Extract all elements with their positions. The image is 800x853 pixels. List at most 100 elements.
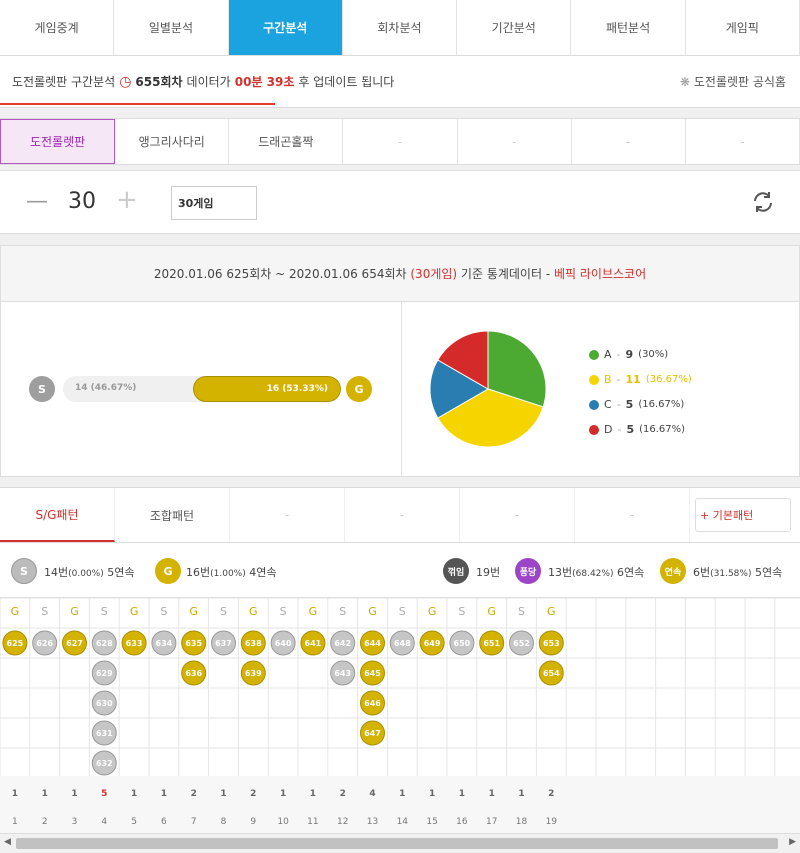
pattern-panel: S/G패턴 조합패턴 - - - - + 기본패턴 S 14번(0.00%) 5연속 G … xyxy=(0,487,800,853)
round-number: 625 xyxy=(7,639,24,648)
column-count: 5 xyxy=(101,789,107,799)
column-count: 1 xyxy=(399,789,405,799)
basic-pattern-button[interactable]: + 기본패턴 xyxy=(695,498,791,532)
s-circle: S xyxy=(29,376,55,402)
round-number: 653 xyxy=(543,639,560,648)
tab-5[interactable]: 기간분석 xyxy=(457,0,572,55)
column-header: S xyxy=(41,605,48,618)
legend-sep: - xyxy=(617,423,622,436)
tab-1[interactable]: 게임중계 xyxy=(0,0,115,55)
round-number: 627 xyxy=(66,639,83,648)
column-header: S xyxy=(280,605,287,618)
round-number: 628 xyxy=(96,639,113,648)
update-progress-bar xyxy=(0,103,275,105)
game-count-select[interactable]: 30게임 xyxy=(171,186,257,220)
column-count: 1 xyxy=(42,789,48,799)
tab-4[interactable]: 회차분석 xyxy=(343,0,458,55)
subtab-4[interactable]: - xyxy=(343,119,458,164)
pattern-tabs: S/G패턴 조합패턴 - - - - xyxy=(0,488,800,543)
refresh-icon[interactable] xyxy=(750,189,776,215)
round-number: 638 xyxy=(245,639,262,648)
info-time: 00분 39초 xyxy=(234,75,295,89)
round-number: 642 xyxy=(334,639,351,648)
subtab-3[interactable]: 드래곤홀짝 xyxy=(229,119,344,164)
horizontal-scrollbar[interactable]: ◀ ▶ xyxy=(0,833,800,853)
scroll-thumb[interactable] xyxy=(16,838,778,849)
column-index: 18 xyxy=(516,817,528,827)
round-number: 631 xyxy=(96,729,113,738)
pattern-tab-3[interactable]: - xyxy=(230,488,345,542)
pattern-tab-6[interactable]: - xyxy=(575,488,690,542)
subtab-5[interactable]: - xyxy=(458,119,572,164)
info-round: 655회차 xyxy=(135,75,183,89)
column-index: 7 xyxy=(191,817,197,827)
tab-3[interactable]: 구간분석 xyxy=(228,0,343,55)
summary-g-pct: (1.00%) xyxy=(210,569,246,579)
column-index: 4 xyxy=(101,817,107,827)
legend-pct: (16.67%) xyxy=(638,399,685,410)
summary-y-circle: 연속 xyxy=(660,558,686,584)
subtab-2[interactable]: 앵그리사다리 xyxy=(115,119,230,164)
column-index: 15 xyxy=(426,817,437,827)
s-text: 14 (46.67%) xyxy=(75,383,137,393)
round-number: 635 xyxy=(185,639,202,648)
stats-divider xyxy=(401,302,402,477)
round-number: 644 xyxy=(364,639,381,648)
column-count: 1 xyxy=(489,789,495,799)
column-index: 11 xyxy=(307,817,318,827)
summary-p-count: 13번 xyxy=(548,566,573,579)
column-index: 14 xyxy=(397,817,409,827)
subtab-7[interactable]: - xyxy=(686,119,800,164)
column-count: 1 xyxy=(12,789,18,799)
official-home-link[interactable]: ❋ 도전롤렛판 공식홈 xyxy=(680,73,786,90)
round-number: 636 xyxy=(185,669,202,678)
column-index: 6 xyxy=(161,817,167,827)
pattern-tab-5[interactable]: - xyxy=(460,488,575,542)
legend-sep: - xyxy=(616,348,621,361)
stats-panel: 2020.01.06 625회차 ~ 2020.01.06 654회차 (30게… xyxy=(0,245,800,477)
subtab-1[interactable]: 도전롤렛판 xyxy=(0,119,116,164)
column-index: 3 xyxy=(72,817,78,827)
round-number: 654 xyxy=(543,669,560,678)
update-info-bar: 도전롤렛판 구간분석 ◷ 655회차 데이터가 00분 39초 후 업데이트 됩… xyxy=(0,56,800,108)
scroll-right-icon[interactable]: ▶ xyxy=(789,837,796,847)
g-circle: G xyxy=(346,376,372,402)
sg-bar-area: S 14 (46.67%) 16 (53.33%) G xyxy=(29,374,379,404)
summary-s-streak: 5연속 xyxy=(107,566,135,579)
pattern-tab-4[interactable]: - xyxy=(345,488,460,542)
round-number: 632 xyxy=(96,759,113,768)
summary-p-circle: 퐁당 xyxy=(515,558,541,584)
plus-button[interactable]: + xyxy=(116,185,138,215)
tab-2[interactable]: 일별분석 xyxy=(114,0,229,55)
column-header: S xyxy=(458,605,465,618)
game-count-value: 30 xyxy=(68,189,96,214)
tab-6[interactable]: 패턴분석 xyxy=(571,0,686,55)
legend-sep: - xyxy=(616,398,621,411)
round-number: 630 xyxy=(96,699,113,708)
info-suffix: 후 업데이트 됩니다 xyxy=(298,75,395,89)
minus-button[interactable]: — xyxy=(26,189,48,214)
round-number: 643 xyxy=(334,669,351,678)
column-count: 1 xyxy=(518,789,524,799)
column-header: G xyxy=(547,605,556,618)
round-number: 647 xyxy=(364,729,381,738)
pattern-grid-svg: G62511S62612G62713S62862963063163254G633… xyxy=(0,597,800,835)
legend-name: B xyxy=(604,373,612,386)
legend-dot xyxy=(589,349,599,360)
summary-s-count: 14번 xyxy=(44,566,69,579)
legend-item: B -11 (36.67%) xyxy=(589,367,692,392)
round-number: 641 xyxy=(305,639,322,648)
pattern-tab-1[interactable]: S/G패턴 xyxy=(0,488,115,542)
round-number: 637 xyxy=(215,639,232,648)
scroll-left-icon[interactable]: ◀ xyxy=(4,837,11,847)
column-count: 1 xyxy=(459,789,465,799)
pattern-tab-2[interactable]: 조합패턴 xyxy=(115,488,230,542)
subtab-6[interactable]: - xyxy=(572,119,686,164)
summary-s-circle: S xyxy=(11,558,37,584)
round-number: 651 xyxy=(483,639,500,648)
sg-bar-track: 14 (46.67%) 16 (53.33%) xyxy=(63,376,341,402)
basic-pattern-label: + 기본패턴 xyxy=(700,509,754,522)
main-tabs: 게임중계 일별분석 구간분석 회차분석 기간분석 패턴분석 게임픽 xyxy=(0,0,800,56)
tab-7[interactable]: 게임픽 xyxy=(686,0,800,55)
g-bar-fill: 16 (53.33%) xyxy=(192,376,341,402)
